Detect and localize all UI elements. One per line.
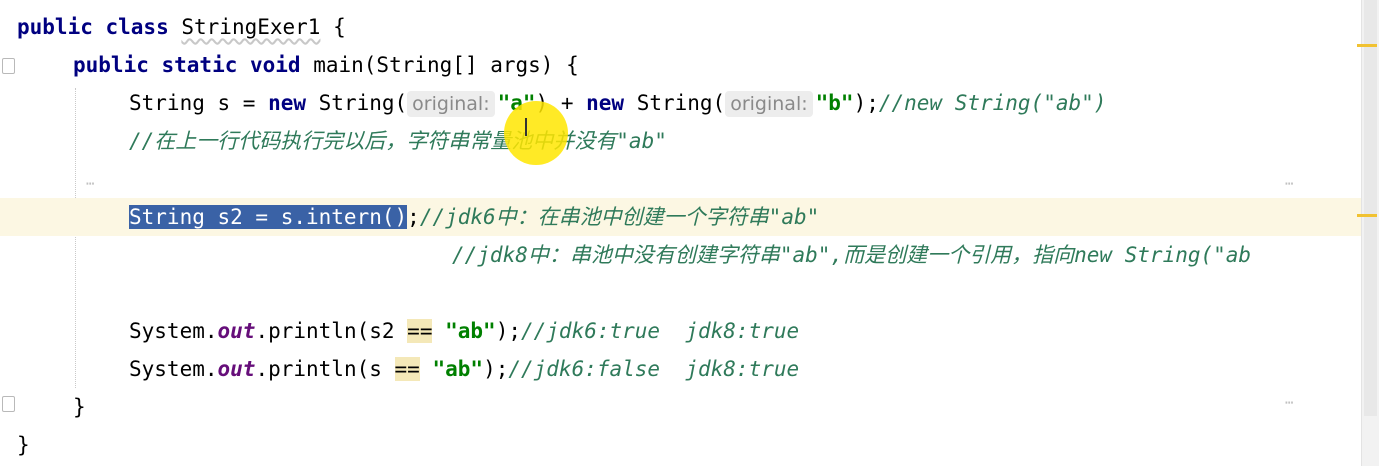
code-line-2[interactable]: public static void main(String[] args) { [73, 46, 1379, 84]
code-line-11[interactable]: } [73, 388, 1379, 426]
equality-operator: == [394, 357, 420, 381]
string-literal: "ab" [445, 319, 496, 343]
code-line-6[interactable]: String s2 = s.intern();//jdk6中：在串池中创建一个字… [0, 198, 1362, 236]
code-line-12[interactable]: } [17, 426, 1379, 464]
keyword-new: new [268, 91, 307, 115]
vertical-scrollbar[interactable] [1361, 0, 1379, 466]
whitespace-dots: ⋯ [86, 176, 97, 192]
method-call: .println(s [255, 357, 395, 381]
indent-guide [75, 88, 76, 388]
comment: //jdk8中：串池中没有创建字符串"ab",而是创建一个引用，指向new St… [452, 243, 1252, 267]
code-line-9[interactable]: System.out.println(s2 == "ab");//jdk6:tr… [129, 312, 1379, 350]
code-line-7[interactable]: //jdk8中：串池中没有创建字符串"ab",而是创建一个引用，指向new St… [452, 236, 1379, 274]
comment: //jdk6中：在串池中创建一个字符串"ab" [419, 205, 820, 229]
keyword-new: new [586, 91, 625, 115]
selected-code[interactable]: String s2 = s.intern() [129, 205, 408, 229]
fold-marker-icon[interactable] [2, 396, 15, 412]
method-call: .println(s2 [255, 319, 408, 343]
class-name: StringExer1 [181, 15, 321, 39]
string-literal: "b" [815, 91, 854, 115]
code-line-4[interactable]: //在上一行代码执行完以后，字符串常量池中并没有"ab" [129, 122, 1379, 160]
constructor: String( [624, 91, 726, 115]
comment: //jdk6:true jdk8:true [521, 319, 800, 343]
method-signature: main(String[] args) { [300, 53, 579, 77]
cursor-highlight [504, 101, 568, 165]
code-line-3[interactable]: String s = new String(original: "a") + ne… [129, 84, 1379, 122]
statement-end: ; [407, 205, 420, 229]
scroll-marker [1357, 44, 1377, 47]
parameter-hint: original: [725, 91, 813, 117]
static-field: out [217, 319, 256, 343]
equality-operator: == [407, 319, 433, 343]
comment: //new String("ab") [878, 91, 1107, 115]
statement-end: ); [853, 91, 879, 115]
class-ref: System. [129, 357, 218, 381]
whitespace-dots: ⋯ [1285, 176, 1296, 192]
parameter-hint: original: [407, 91, 495, 117]
fold-marker-icon[interactable] [2, 58, 15, 74]
code-editor[interactable]: ⋯ ⋯ ⋯ public class StringExer1 { public … [0, 0, 1362, 466]
code-line-1[interactable]: public class StringExer1 { [17, 8, 1379, 46]
text-cursor-icon [525, 118, 530, 136]
constructor: String( [306, 91, 408, 115]
code-line-10[interactable]: System.out.println(s == "ab");//jdk6:fal… [129, 350, 1379, 388]
class-ref: System. [129, 319, 218, 343]
comment: //在上一行代码执行完以后，字符串常量池中并没有"ab" [129, 129, 667, 153]
scroll-marker [1357, 214, 1377, 217]
string-literal: "ab" [432, 357, 484, 381]
brace: { [320, 15, 346, 39]
statement-end: ); [495, 319, 521, 343]
keyword: public static void [73, 53, 301, 77]
comment: //jdk6:false jdk8:true [508, 357, 800, 381]
keyword: public class [17, 15, 169, 39]
brace: } [73, 395, 86, 419]
declaration: String s = [129, 91, 269, 115]
scrollbar-thumb[interactable] [1364, 0, 1377, 416]
static-field: out [217, 357, 256, 381]
brace: } [17, 433, 30, 457]
statement-end: ); [483, 357, 509, 381]
